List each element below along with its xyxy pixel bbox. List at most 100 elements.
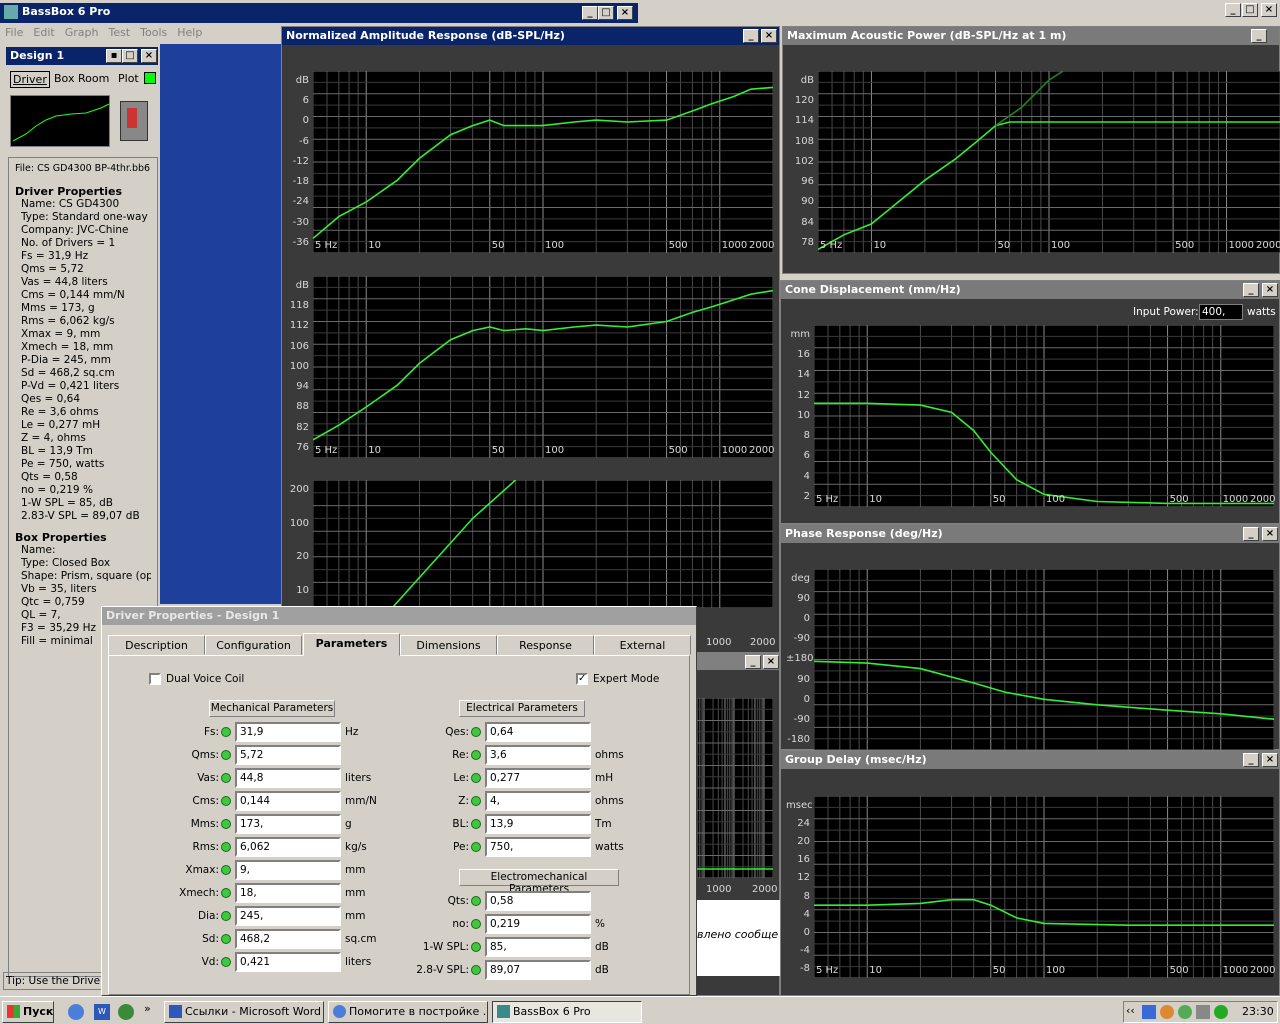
task-browser[interactable]: Помогите в постройке ... [328,1001,488,1023]
design-tab-driver[interactable]: Driver [10,71,50,88]
minimize-button[interactable]: _ [582,6,598,20]
mini-graph-thumbnail[interactable] [10,95,110,147]
gd-close-button[interactable]: × [1262,753,1278,767]
y-tick-label: 78 [801,236,814,248]
param-value-field[interactable]: 468,2 [235,929,341,949]
task-word[interactable]: Ссылки - Microsoft Word [164,1001,324,1023]
dual-voice-coil-checkbox[interactable] [149,673,161,685]
tray-network-icon[interactable] [1142,1005,1156,1019]
param-row: Vas: 44,8 liters [109,768,371,789]
map-minimize-button[interactable]: _ [1251,29,1267,43]
amp-minimize-button[interactable]: _ [743,29,759,43]
driver-property-line: Qts = 0,58 [21,471,78,483]
y-tick-label: 82 [296,421,309,433]
param-value-field[interactable]: 89,07 [485,960,591,980]
dialog-tab-description[interactable]: Description [108,635,205,655]
design-tab-box[interactable]: Box [52,71,76,86]
lower-close-button[interactable]: × [763,655,779,669]
mechanical-parameters-header: Mechanical Parameters [209,700,335,717]
param-value-field[interactable]: 173, [235,814,341,834]
maximize-button[interactable]: □ [598,6,614,20]
param-value-field[interactable]: 5,72 [235,745,341,765]
quicklaunch-more-icon[interactable]: » [144,1002,151,1015]
phase-minimize-button[interactable]: _ [1243,527,1259,541]
design-close-icon[interactable]: × [141,49,157,63]
tray-app-icon[interactable] [1160,1005,1174,1019]
max-power-plot[interactable] [818,71,1280,253]
design-tab-plot[interactable]: Plot [116,71,141,86]
tray-status-icon[interactable] [1214,1005,1228,1019]
x-tick-label: 1000 [1228,240,1254,251]
param-value-field[interactable]: 0,277 [485,768,591,788]
tray-volume-icon[interactable] [1196,1005,1210,1019]
tray-chat-icon[interactable] [1178,1005,1192,1019]
menu-help[interactable]: Help [172,24,207,41]
right-minimize-button[interactable]: _ [1225,3,1241,17]
dialog-tab-parameters[interactable]: Parameters [303,633,400,656]
cone-minimize-button[interactable]: _ [1243,283,1259,297]
spl-plot[interactable] [313,276,773,458]
impedance-plot[interactable] [313,480,773,608]
dialog-tab-dimensions[interactable]: Dimensions [400,635,497,655]
right-window-frame [640,0,1280,22]
dialog-tab-external[interactable]: External [594,635,691,655]
param-value-field[interactable]: 0,421 [235,952,341,972]
close-button[interactable]: × [617,6,633,20]
input-power-field[interactable]: 400, [1199,304,1243,320]
design-save-icon[interactable]: ▪ [106,49,122,63]
param-value-field[interactable]: 750, [485,837,591,857]
right-close-button[interactable]: × [1261,3,1277,17]
x-tick-label: 500 [668,240,688,251]
param-value-field[interactable]: 0,58 [485,891,591,911]
design-restore-icon[interactable]: □ [122,49,138,63]
dialog-tab-response[interactable]: Response [497,635,594,655]
menu-file[interactable]: File [0,24,28,41]
gd-minimize-button[interactable]: _ [1243,753,1259,767]
param-value-field[interactable]: 0,219 [485,914,591,934]
phase-close-button[interactable]: × [1262,527,1278,541]
param-label: Xmax: [185,864,219,876]
param-value-field[interactable]: 0,144 [235,791,341,811]
param-value-field[interactable]: 44,8 [235,768,341,788]
param-value-field[interactable]: 0,64 [485,722,591,742]
param-value-field[interactable]: 3,6 [485,745,591,765]
param-value-field[interactable]: 18, [235,883,341,903]
tray-expand-icon[interactable]: ‹‹ [1126,1004,1135,1017]
menu-graph[interactable]: Graph [60,24,104,41]
param-led-icon [471,965,481,975]
group-delay-plot[interactable] [814,796,1274,978]
param-led-icon [221,865,231,875]
param-value-field[interactable]: 4, [485,791,591,811]
param-value-field[interactable]: 31,9 [235,722,341,742]
y-tick-label: 16 [797,349,810,361]
amp-close-button[interactable]: × [761,29,777,43]
y-tick-label: -12 [292,155,309,167]
task-bassbox[interactable]: BassBox 6 Pro [492,1001,642,1023]
menu-edit[interactable]: Edit [28,24,59,41]
menu-test[interactable]: Test [103,24,135,41]
dialog-title: Driver Properties - Design 1 [106,609,280,622]
quicklaunch-word-icon[interactable]: W [94,1004,110,1020]
param-value-field[interactable]: 13,9 [485,814,591,834]
cone-close-button[interactable]: × [1262,283,1278,297]
design-tab-room[interactable]: Room [76,71,111,86]
expert-mode-checkbox[interactable]: ✓ [576,673,588,685]
lower-plot[interactable] [695,698,773,878]
amplitude-plot[interactable] [313,71,773,253]
lower-minimize-button[interactable]: _ [745,655,761,669]
param-value-field[interactable]: 6,062 [235,837,341,857]
right-maximize-button[interactable]: □ [1242,3,1258,17]
param-value-field[interactable]: 85, [485,937,591,957]
phase-plot[interactable] [814,569,1274,750]
param-value-field[interactable]: 9, [235,860,341,880]
quicklaunch-globe-icon[interactable] [118,1004,134,1020]
param-label: Dia: [198,910,219,922]
y-tick-label: 100 [289,517,309,529]
y-tick-label: -8 [800,962,810,974]
cone-plot[interactable] [814,325,1274,507]
quicklaunch-ie-icon[interactable] [68,1004,84,1020]
menu-tools[interactable]: Tools [135,24,172,41]
dialog-tab-configuration[interactable]: Configuration [205,635,302,655]
param-value-field[interactable]: 245, [235,906,341,926]
start-button[interactable]: Пуск [2,1001,54,1023]
